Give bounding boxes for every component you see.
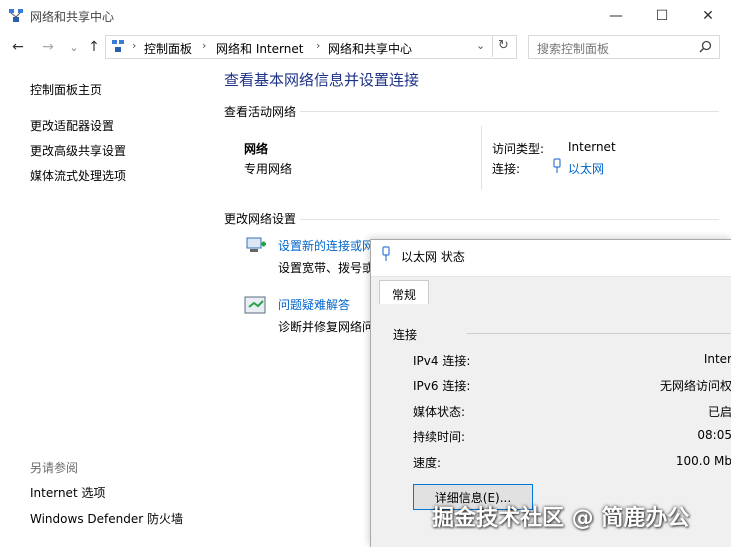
up-icon[interactable]: ↑ (84, 37, 104, 57)
sidebar-item-change-adapter-settings[interactable]: 更改适配器设置 (30, 117, 114, 134)
duration-label: 持续时间: (413, 430, 466, 444)
chevron-right-icon: › (132, 39, 137, 52)
active-networks-heading: 查看活动网络 (224, 105, 297, 119)
search-input[interactable]: 搜索控制面板 (537, 40, 609, 57)
breadcrumb-network-internet[interactable]: 网络和 Internet (216, 40, 303, 57)
address-bar-row: ← → ⌄ ↑ › 控制面板 › 网络和 Internet › 网络和共享中心 … (0, 34, 731, 60)
divider (467, 333, 731, 334)
dialog-title: 以太网 状态 (401, 250, 465, 264)
speed-label: 速度: (413, 456, 442, 470)
media-state-label: 媒体状态: (413, 405, 466, 419)
troubleshoot-desc: 诊断并修复网络问 (278, 320, 375, 334)
breadcrumb-network-sharing-center[interactable]: 网络和共享中心 (328, 40, 412, 57)
network-center-icon (9, 9, 23, 22)
ipv4-value: Inter (703, 352, 731, 366)
divider (300, 111, 719, 112)
refresh-icon[interactable]: ↻ (498, 38, 509, 53)
duration-value: 08:05 (697, 428, 731, 442)
ethernet-icon (382, 246, 390, 261)
network-name: 网络 (244, 142, 269, 156)
troubleshoot-link[interactable]: 问题疑难解答 (278, 296, 350, 313)
media-state-value: 已启 (707, 405, 731, 419)
title-bar: 网络和共享中心 — ☐ ✕ (0, 0, 731, 32)
setup-new-connection-desc: 设置宽带、拨号或 (278, 261, 375, 275)
access-type-label: 访问类型: (492, 142, 545, 156)
divider (481, 126, 482, 190)
ethernet-connection-link[interactable]: 以太网 (568, 160, 604, 177)
connection-group-label: 连接 (393, 328, 418, 342)
close-button[interactable]: ✕ (685, 0, 731, 32)
change-network-settings-heading: 更改网络设置 (224, 212, 297, 226)
sidebar-item-defender-firewall[interactable]: Windows Defender 防火墙 (30, 510, 183, 527)
minimize-button[interactable]: — (593, 0, 639, 32)
divider (300, 219, 719, 220)
address-divider (492, 35, 493, 57)
sidebar-item-media-streaming[interactable]: 媒体流式处理选项 (30, 167, 126, 184)
forward-icon[interactable]: → (38, 37, 58, 57)
access-type-value: Internet (568, 140, 616, 154)
tab-general[interactable]: 常规 (379, 280, 429, 307)
sidebar-item-internet-options[interactable]: Internet 选项 (30, 484, 105, 501)
speed-value: 100.0 Mb (675, 454, 731, 468)
new-connection-icon (246, 237, 266, 252)
setup-new-connection-link[interactable]: 设置新的连接或网 (278, 237, 374, 254)
connections-label: 连接: (492, 162, 521, 176)
search-field[interactable]: 搜索控制面板 (528, 35, 720, 59)
ethernet-icon (553, 158, 561, 173)
page-title: 查看基本网络信息并设置连接 (224, 71, 420, 89)
back-icon[interactable]: ← (8, 37, 28, 57)
chevron-right-icon: › (316, 39, 321, 52)
window-title: 网络和共享中心 (30, 10, 115, 24)
tab-strip: 常规 (371, 276, 731, 307)
sidebar-item-control-panel-home[interactable]: 控制面板主页 (30, 81, 102, 98)
control-panel-icon (112, 40, 124, 52)
maximize-button[interactable]: ☐ (639, 0, 685, 32)
recent-locations-icon[interactable]: ⌄ (64, 37, 84, 57)
ipv4-label: IPv4 连接: (413, 354, 471, 368)
watermark: 掘金技术社区 @ 简鹿办公 (432, 506, 690, 531)
ipv6-label: IPv6 连接: (413, 379, 471, 393)
address-field[interactable]: › 控制面板 › 网络和 Internet › 网络和共享中心 ⌄ ↻ (105, 35, 517, 59)
search-icon[interactable] (699, 40, 712, 53)
see-also-heading: 另请参阅 (30, 461, 79, 475)
chevron-down-icon[interactable]: ⌄ (476, 39, 485, 52)
troubleshoot-icon (244, 296, 266, 314)
network-type: 专用网络 (244, 162, 293, 176)
ipv6-value: 无网络访问权 (659, 379, 731, 393)
breadcrumb-control-panel[interactable]: 控制面板 (144, 40, 192, 57)
sidebar-item-advanced-sharing[interactable]: 更改高级共享设置 (30, 142, 126, 159)
chevron-right-icon: › (202, 39, 207, 52)
